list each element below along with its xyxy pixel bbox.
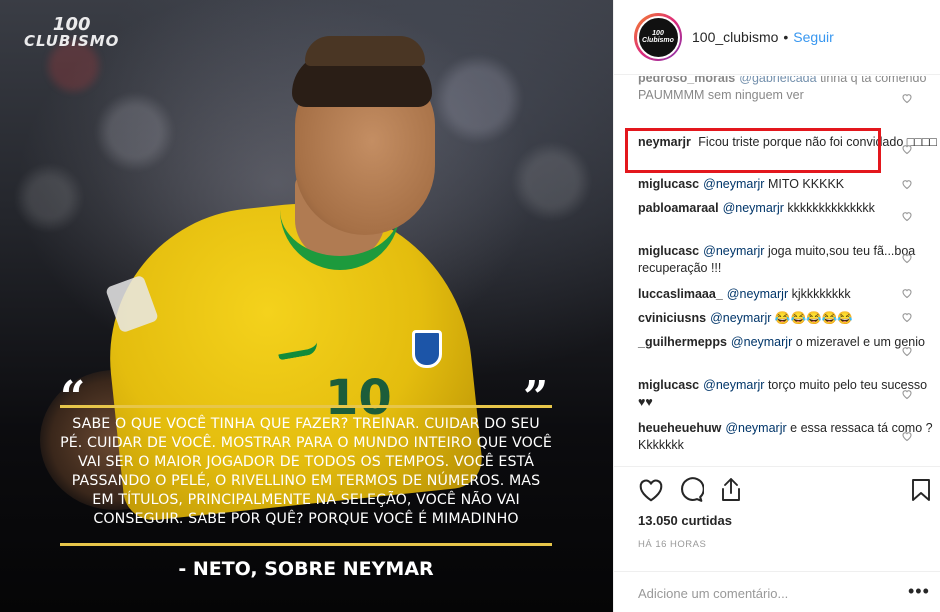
- comment-text: MITO KKKKK: [767, 177, 845, 191]
- like-comment-heart-icon[interactable]: [901, 345, 913, 357]
- comment-username[interactable]: luccaslimaaa_: [638, 287, 723, 301]
- quote-author: - NETO, SOBRE NEYMAR: [178, 558, 434, 580]
- bookmark-icon[interactable]: [909, 477, 933, 503]
- comment-username[interactable]: neymarjr: [638, 135, 691, 149]
- comment-item: miglucasc @neymarjr torço muito pelo teu …: [638, 377, 938, 411]
- like-comment-heart-icon[interactable]: [901, 92, 913, 104]
- comment-mention[interactable]: @neymarjr: [703, 244, 764, 258]
- comment-item: miglucasc @neymarjr MITO KKKKK: [638, 176, 938, 193]
- quote-divider-top: [60, 405, 552, 408]
- comment-item: cviniciusns @neymarjr 😂😂😂😂😂: [638, 310, 938, 327]
- comment-mention[interactable]: @neymarjr: [725, 421, 786, 435]
- avatar-story-ring[interactable]: 100 Clubismo: [634, 13, 682, 61]
- add-comment-bar: •••: [614, 571, 940, 612]
- comment-mention[interactable]: @gabrielcada: [739, 76, 816, 85]
- like-comment-heart-icon[interactable]: [901, 143, 913, 155]
- heart-icon[interactable]: [638, 477, 664, 503]
- like-comment-heart-icon[interactable]: [901, 287, 913, 299]
- quote-divider-bottom: [60, 543, 552, 546]
- post-image[interactable]: 100 CLUBISMO 10 “ ” SABE O QUE VOCÊ TINH…: [0, 0, 613, 612]
- comment-username[interactable]: _guilhermepps: [638, 335, 727, 349]
- comment-item: miglucasc @neymarjr joga muito,sou teu fã…: [638, 243, 938, 277]
- like-comment-heart-icon[interactable]: [901, 430, 913, 442]
- player-hair-top: [305, 36, 425, 66]
- comment-username[interactable]: pabloamaraal: [638, 201, 719, 215]
- comment-username[interactable]: heueheuehuw: [638, 421, 721, 435]
- post-header: 100 Clubismo 100_clubismo • Seguir: [614, 0, 940, 75]
- comment-username[interactable]: miglucasc: [638, 378, 699, 392]
- comment-username[interactable]: pedroso_morais: [638, 76, 735, 85]
- quote-text: SABE O QUE VOCÊ TINHA QUE FAZER? TREINAR…: [60, 416, 552, 527]
- like-comment-heart-icon[interactable]: [901, 252, 913, 264]
- likes-count[interactable]: 13.050 curtidas: [638, 513, 732, 528]
- comment-text: kjkkkkkkkk: [791, 287, 851, 301]
- avatar[interactable]: 100 Clubismo: [636, 15, 680, 59]
- separator-dot: •: [783, 29, 789, 45]
- comment-item: _guilhermepps @neymarjr o mizeravel e um …: [638, 334, 938, 351]
- post-timestamp[interactable]: HÁ 16 HORAS: [638, 539, 706, 550]
- comment-username[interactable]: cviniciusns: [638, 311, 706, 325]
- comment-mention[interactable]: @neymarjr: [703, 378, 764, 392]
- post-actions: 13.050 curtidas HÁ 16 HORAS •••: [614, 466, 940, 612]
- comment-input[interactable]: [638, 582, 888, 604]
- comment-mention[interactable]: @neymarjr: [731, 335, 792, 349]
- like-comment-heart-icon[interactable]: [901, 388, 913, 400]
- like-comment-heart-icon[interactable]: [901, 210, 913, 222]
- comment-text: 😂😂😂😂😂: [774, 311, 853, 325]
- comment-item: neymarjr Ficou triste porque não foi con…: [638, 134, 938, 151]
- comment-item: heueheuehuw @neymarjr e essa ressaca tá c…: [638, 420, 938, 454]
- comments-list[interactable]: pedroso_morais @gabrielcada tinha q ta co…: [614, 76, 940, 466]
- comment-username[interactable]: miglucasc: [638, 177, 699, 191]
- open-quote-icon: “: [60, 372, 86, 423]
- comment-item: luccaslimaaa_ @neymarjr kjkkkkkkkk: [638, 286, 938, 303]
- follow-button[interactable]: Seguir: [793, 29, 833, 45]
- action-buttons: [638, 477, 744, 503]
- like-comment-heart-icon[interactable]: [901, 178, 913, 190]
- comment-item: pedroso_morais @gabrielcada tinha q ta co…: [638, 76, 938, 104]
- header-username[interactable]: 100_clubismo: [692, 29, 778, 45]
- comment-mention[interactable]: @neymarjr: [703, 177, 764, 191]
- cbf-crest-icon: [412, 330, 442, 368]
- share-icon[interactable]: [718, 477, 744, 503]
- comment-mention[interactable]: @neymarjr: [723, 201, 784, 215]
- close-quote-icon: ”: [523, 372, 549, 423]
- comment-mention[interactable]: @neymarjr: [710, 311, 771, 325]
- comment-text: kkkkkkkkkkkkkk: [787, 201, 875, 215]
- comment-item: pabloamaraal @neymarjr kkkkkkkkkkkkkk: [638, 200, 938, 217]
- comment-mention[interactable]: @neymarjr: [727, 287, 788, 301]
- like-comment-heart-icon[interactable]: [901, 311, 913, 323]
- comment-username[interactable]: miglucasc: [638, 244, 699, 258]
- post-side-panel: 100 Clubismo 100_clubismo • Seguir pedro…: [613, 0, 940, 612]
- comment-icon[interactable]: [678, 477, 704, 503]
- more-icon[interactable]: •••: [908, 582, 930, 600]
